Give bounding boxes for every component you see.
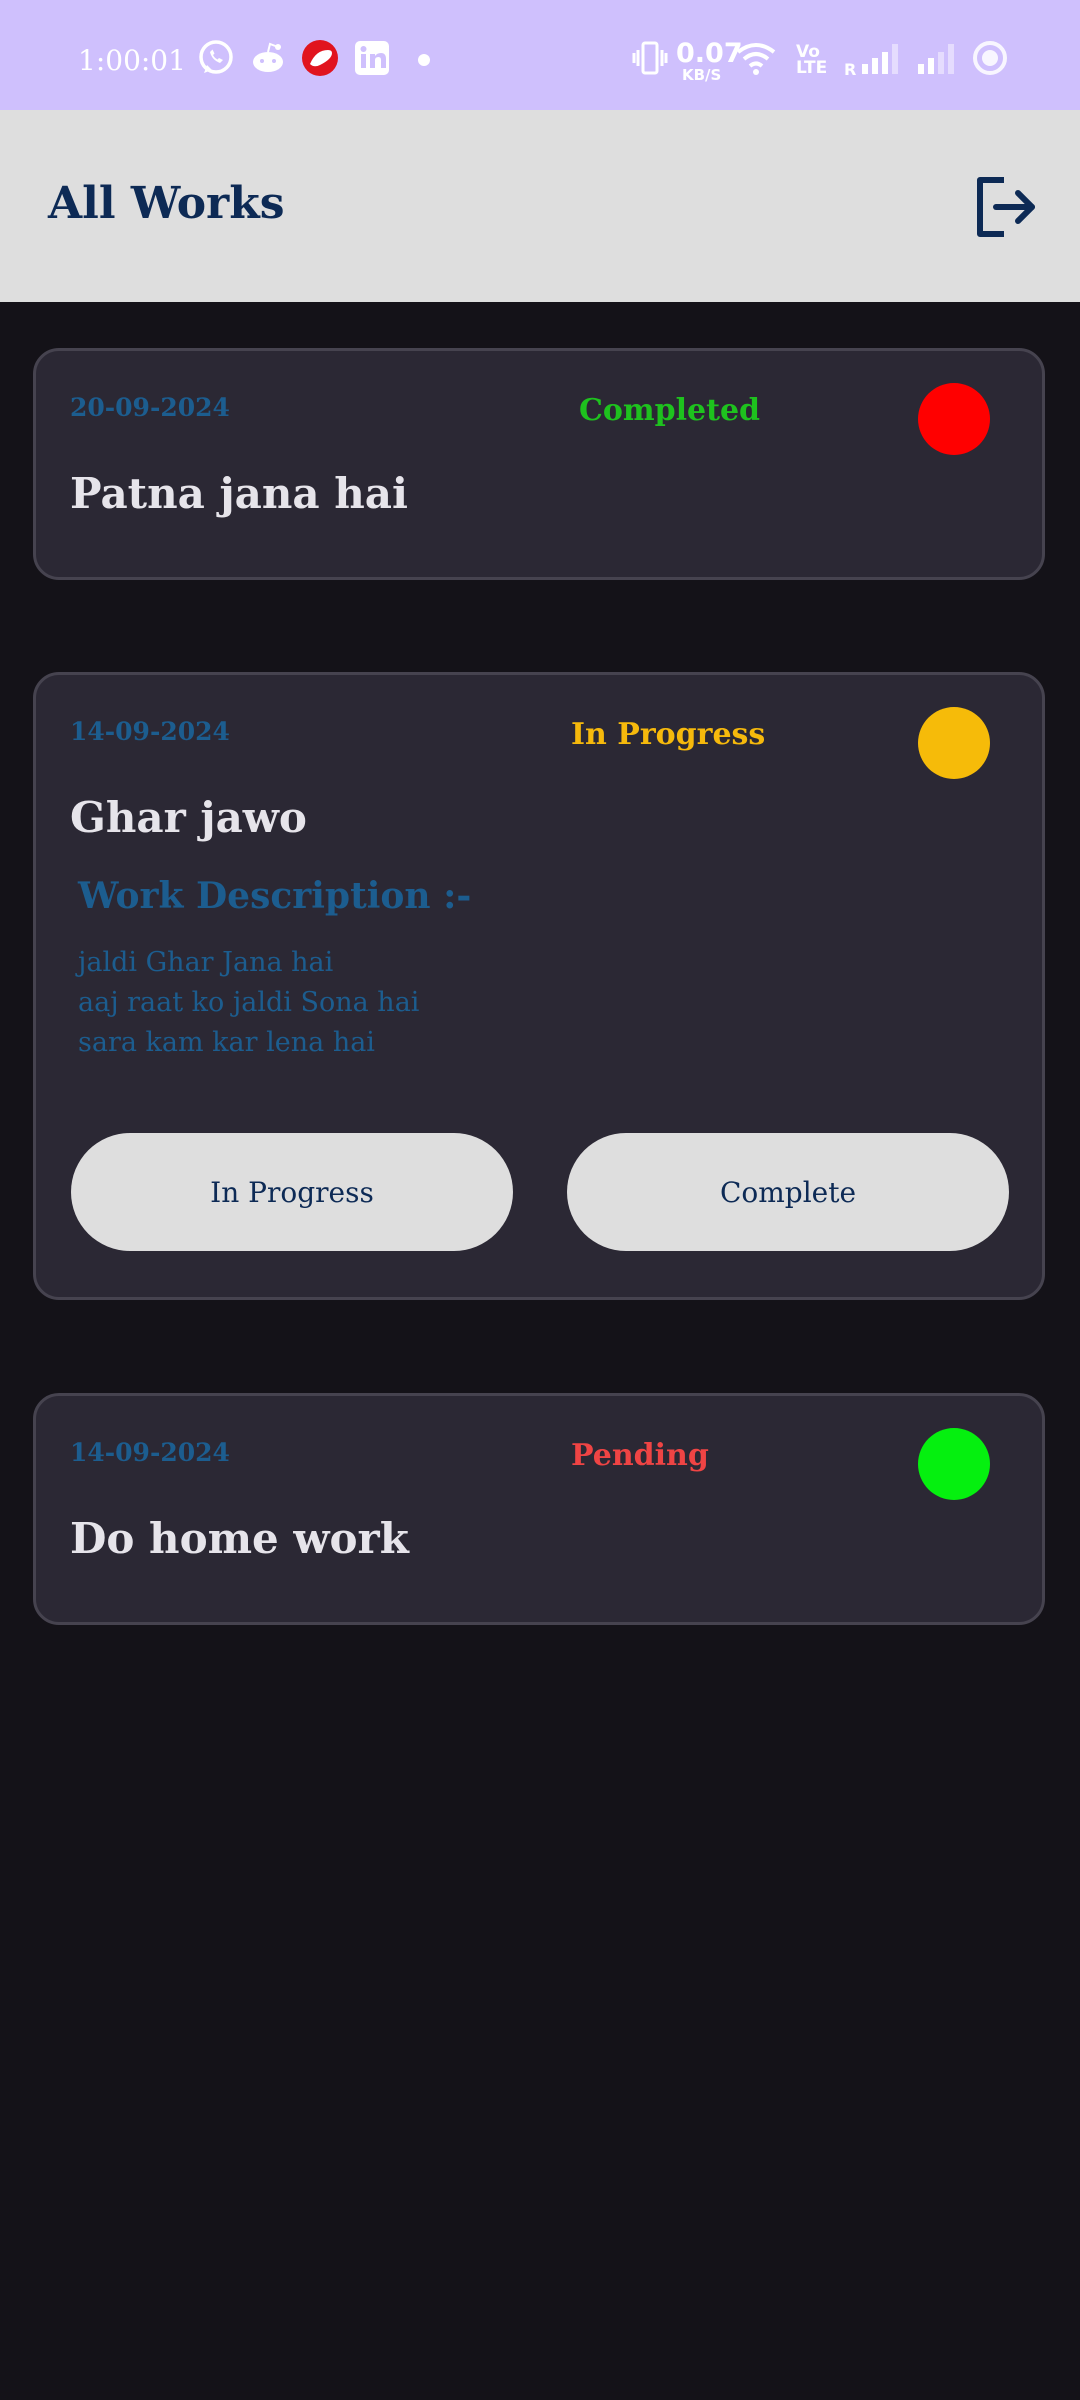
signal-icon [918, 44, 954, 74]
linkedin-icon [355, 41, 389, 75]
status-dot [918, 707, 990, 779]
work-date: 14-09-2024 [70, 717, 230, 746]
description-line: aaj raat ko jaldi Sona hai [78, 987, 420, 1018]
work-title: Patna jana hai [70, 469, 408, 518]
description-heading: Work Description :- [78, 875, 472, 917]
network-speed-value: 0.07 [676, 38, 743, 69]
status-dot [918, 383, 990, 455]
status-bar: 1:00:01 0.07 KB/S Vo LTE R [0, 0, 1080, 110]
description-line: jaldi Ghar Jana hai [78, 947, 334, 978]
work-card[interactable]: 14-09-2024 Pending Do home work [33, 1393, 1045, 1625]
dot-icon [418, 54, 430, 66]
circle-icon [973, 41, 1007, 75]
in-progress-button[interactable]: In Progress [71, 1133, 513, 1251]
work-card[interactable]: 14-09-2024 In Progress Ghar jawo Work De… [33, 672, 1045, 1300]
page-title: All Works [48, 178, 285, 229]
work-date: 14-09-2024 [70, 1438, 230, 1467]
complete-button[interactable]: Complete [567, 1133, 1009, 1251]
work-title: Ghar jawo [70, 793, 307, 842]
app-bar: All Works [0, 110, 1080, 302]
network-speed-unit: KB/S [682, 66, 722, 84]
work-status: In Progress [571, 717, 766, 752]
vibrate-icon [632, 41, 668, 75]
work-card[interactable]: 20-09-2024 Completed Patna jana hai [33, 348, 1045, 580]
airtel-icon [302, 40, 338, 76]
logout-icon[interactable] [970, 172, 1040, 242]
work-title: Do home work [70, 1514, 409, 1563]
roaming-label: R [844, 60, 857, 79]
reddit-icon [253, 42, 283, 72]
work-status: Pending [571, 1438, 709, 1473]
wifi-icon [736, 43, 776, 75]
work-status: Completed [579, 393, 761, 428]
whatsapp-icon [199, 40, 233, 74]
volte-label: Vo LTE [796, 42, 828, 78]
description-line: sara kam kar lena hai [78, 1027, 375, 1058]
status-dot [918, 1428, 990, 1500]
signal-icon [862, 44, 898, 74]
status-time: 1:00:01 [78, 44, 186, 77]
work-date: 20-09-2024 [70, 393, 230, 422]
